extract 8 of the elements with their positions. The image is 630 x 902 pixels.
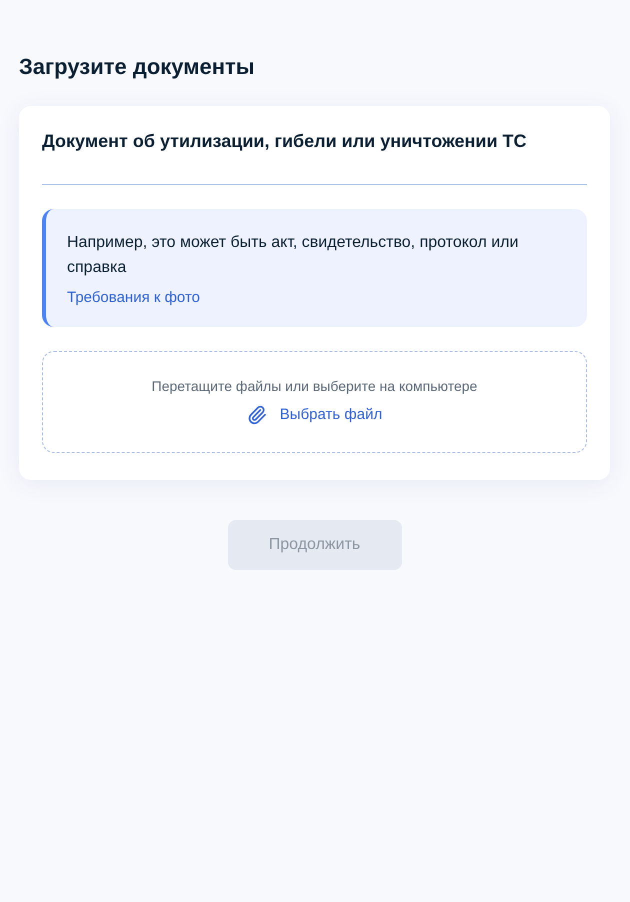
page-title: Загрузите документы	[19, 53, 256, 81]
photo-requirements-link[interactable]: Требования к фото	[67, 286, 200, 310]
paperclip-icon	[246, 405, 267, 425]
upload-dropzone[interactable]: Перетащите файлы или выберите на компьютере Выбрать файл	[42, 351, 587, 453]
hint-text: Например, это может быть акт, свидетельство, протокол или справка	[67, 233, 520, 278]
card-title: Документ об утилизации, гибели или уничтожении ТС	[42, 130, 528, 153]
dropzone-instruction: Перетащите файлы или выберите на компьютере	[152, 377, 478, 395]
choose-file-button[interactable]: Выбрать файл	[246, 404, 382, 426]
